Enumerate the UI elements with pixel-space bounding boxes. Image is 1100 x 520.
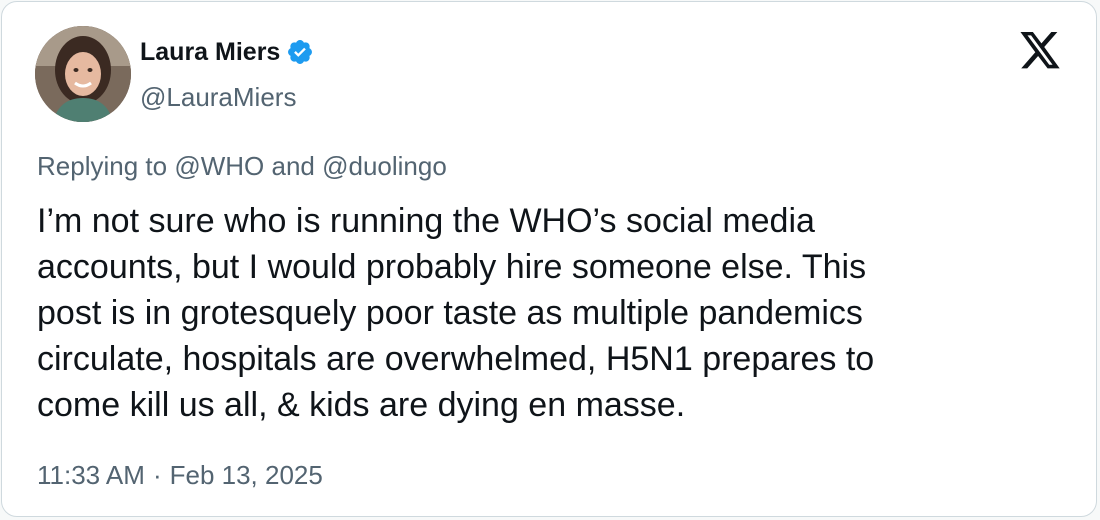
replying-to-joiner: and — [271, 151, 315, 181]
verified-badge-icon — [286, 38, 314, 66]
replying-to-line: Replying to @WHO and @duolingo — [37, 150, 447, 182]
tweet-card: Laura Miers @LauraMiers Replying to @WHO… — [1, 1, 1097, 517]
timestamp-separator: · — [152, 460, 162, 490]
author-name-row: Laura Miers — [140, 36, 314, 68]
replying-to-label: Replying to — [37, 151, 168, 181]
tweet-text: I’m not sure who is running the WHO’s so… — [37, 202, 875, 424]
author-handle[interactable]: @LauraMiers — [140, 81, 296, 113]
avatar[interactable] — [35, 26, 131, 122]
author-display-name[interactable]: Laura Miers — [140, 36, 280, 68]
x-logo-icon[interactable] — [1018, 32, 1062, 72]
tweet-timestamp[interactable]: 11:33 AM · Feb 13, 2025 — [37, 459, 323, 491]
tweet-time: 11:33 AM — [37, 460, 145, 490]
reply-mention-duolingo[interactable]: @duolingo — [322, 151, 447, 181]
reply-mention-who[interactable]: @WHO — [174, 151, 264, 181]
tweet-date: Feb 13, 2025 — [169, 460, 323, 490]
avatar-image — [35, 26, 131, 122]
